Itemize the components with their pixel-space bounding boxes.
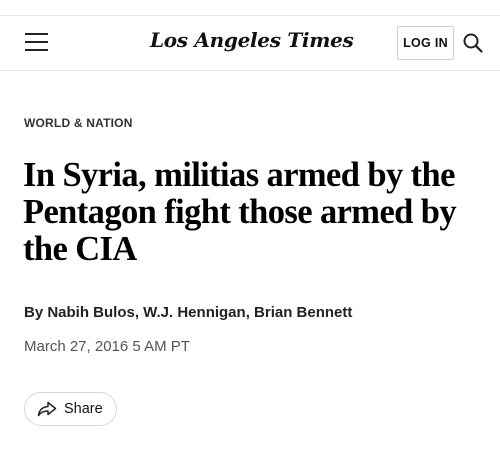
masthead-logo[interactable]: Los Angeles Times: [150, 28, 354, 52]
top-navigation-bar: Los Angeles Times LOG IN: [0, 15, 500, 71]
menu-line: [25, 49, 48, 51]
share-label: Share: [64, 401, 103, 417]
section-label[interactable]: WORLD & NATION: [24, 116, 133, 130]
article-headline: In Syria, militias armed by the Pentagon…: [23, 156, 457, 268]
menu-line: [25, 33, 48, 35]
article-date: March 27, 2016 5 AM PT: [24, 338, 190, 355]
share-arrow-icon: [37, 401, 57, 417]
share-button[interactable]: Share: [24, 392, 117, 426]
hamburger-menu-icon[interactable]: [25, 33, 48, 53]
login-button[interactable]: LOG IN: [397, 26, 454, 60]
menu-line: [25, 41, 48, 43]
article-byline: By Nabih Bulos, W.J. Hennigan, Brian Ben…: [24, 304, 353, 321]
search-icon[interactable]: [462, 32, 484, 54]
